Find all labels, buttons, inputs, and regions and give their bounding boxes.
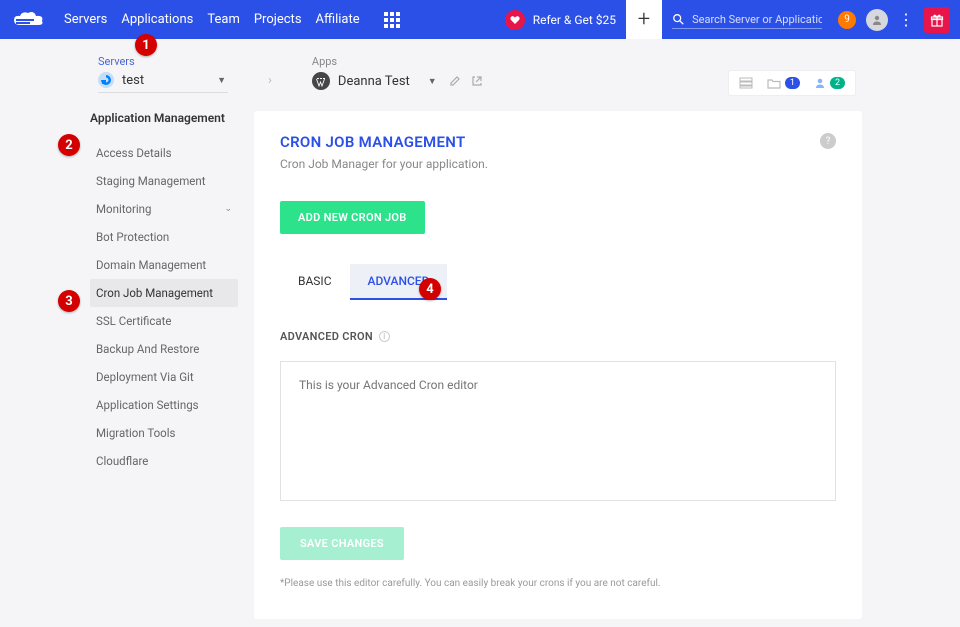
search-icon [672,12,684,26]
sidebar-item-migration[interactable]: Migration Tools [90,419,238,447]
panel-subtitle: Cron Job Manager for your application. [280,157,836,171]
chevron-down-icon: ⌄ [224,204,232,214]
annotation-2: 2 [58,134,80,156]
nav-servers[interactable]: Servers [64,12,107,27]
user-avatar[interactable] [866,9,888,31]
sidebar-item-cloudflare[interactable]: Cloudflare [90,447,238,475]
heart-icon [505,10,525,30]
user-badge: 2 [830,77,845,89]
wordpress-icon [312,72,330,90]
servers-crumb-label: Servers [98,55,228,68]
annotation-3: 3 [58,290,80,312]
section-label-text: ADVANCED CRON [280,330,373,343]
server-selector[interactable]: test ▼ [98,72,228,88]
nav-affiliate[interactable]: Affiliate [316,12,360,27]
person-icon [871,14,883,26]
search-field[interactable] [672,10,822,29]
chevron-down-icon: ▼ [217,75,226,86]
person-icon [814,77,826,89]
users-count[interactable]: 2 [814,77,845,89]
app-selector[interactable]: Deanna Test ▼ [312,72,483,90]
list-view-icon[interactable] [739,77,753,89]
sidebar-item-settings[interactable]: Application Settings [90,391,238,419]
plus-icon: + [638,7,650,32]
sidebar-item-ssl[interactable]: SSL Certificate [90,307,238,335]
sidebar-item-label: Monitoring [96,202,151,216]
gift-button[interactable] [924,7,950,33]
search-input[interactable] [692,13,822,26]
sidebar-item-bot-protection[interactable]: Bot Protection [90,223,238,251]
status-box: 1 2 [728,70,856,96]
tab-basic[interactable]: BASIC [280,264,350,300]
nav-team[interactable]: Team [207,12,240,27]
warning-note: *Please use this editor carefully. You c… [280,578,836,589]
sidebar-item-cron[interactable]: Cron Job Management [90,279,238,307]
apps-crumb-label: Apps [312,55,483,68]
chevron-right-icon: › [268,73,272,88]
save-button[interactable]: SAVE CHANGES [280,527,404,560]
nav-applications[interactable]: Applications [121,12,193,27]
folder-icon [767,78,781,89]
sidebar: Application Management Access Details St… [90,111,238,619]
external-link-icon[interactable] [471,75,483,87]
section-label: ADVANCED CRON i [280,330,836,343]
tabs: BASIC ADVANCED [280,264,836,300]
brand-logo[interactable] [12,9,46,31]
sidebar-item-staging[interactable]: Staging Management [90,167,238,195]
folder-badge: 1 [785,77,800,89]
apps-grid-icon[interactable] [384,12,400,28]
sidebar-item-access-details[interactable]: Access Details [90,139,238,167]
sidebar-item-git[interactable]: Deployment Via Git [90,363,238,391]
chevron-down-icon: ▼ [428,76,437,87]
add-cron-button[interactable]: ADD NEW CRON JOB [280,201,425,234]
server-name: test [122,73,144,88]
help-icon[interactable]: ? [820,133,836,149]
sidebar-item-backup[interactable]: Backup And Restore [90,335,238,363]
cron-editor[interactable] [280,361,836,501]
add-button[interactable]: + [626,0,662,39]
sidebar-item-monitoring[interactable]: Monitoring ⌄ [90,195,238,223]
info-icon[interactable]: i [379,331,390,342]
annotation-4: 4 [419,278,441,300]
annotation-1: 1 [135,34,157,56]
main-area: Application Management Access Details St… [0,93,960,619]
refer-button[interactable]: Refer & Get $25 [505,10,616,30]
sidebar-item-domain[interactable]: Domain Management [90,251,238,279]
digitalocean-icon [98,72,114,88]
app-name: Deanna Test [338,74,410,89]
content-panel: CRON JOB MANAGEMENT ? Cron Job Manager f… [254,111,862,619]
refer-label: Refer & Get $25 [533,13,616,27]
panel-title: CRON JOB MANAGEMENT [280,133,836,151]
projects-count[interactable]: 1 [767,77,800,89]
edit-icon[interactable] [449,75,461,87]
more-menu-icon[interactable]: ⋮ [898,10,914,29]
gift-icon [930,13,944,27]
nav-links: Servers Applications Team Projects Affil… [64,12,360,27]
sidebar-title: Application Management [90,111,238,125]
nav-projects[interactable]: Projects [254,12,302,27]
notification-badge[interactable]: 9 [838,11,856,29]
